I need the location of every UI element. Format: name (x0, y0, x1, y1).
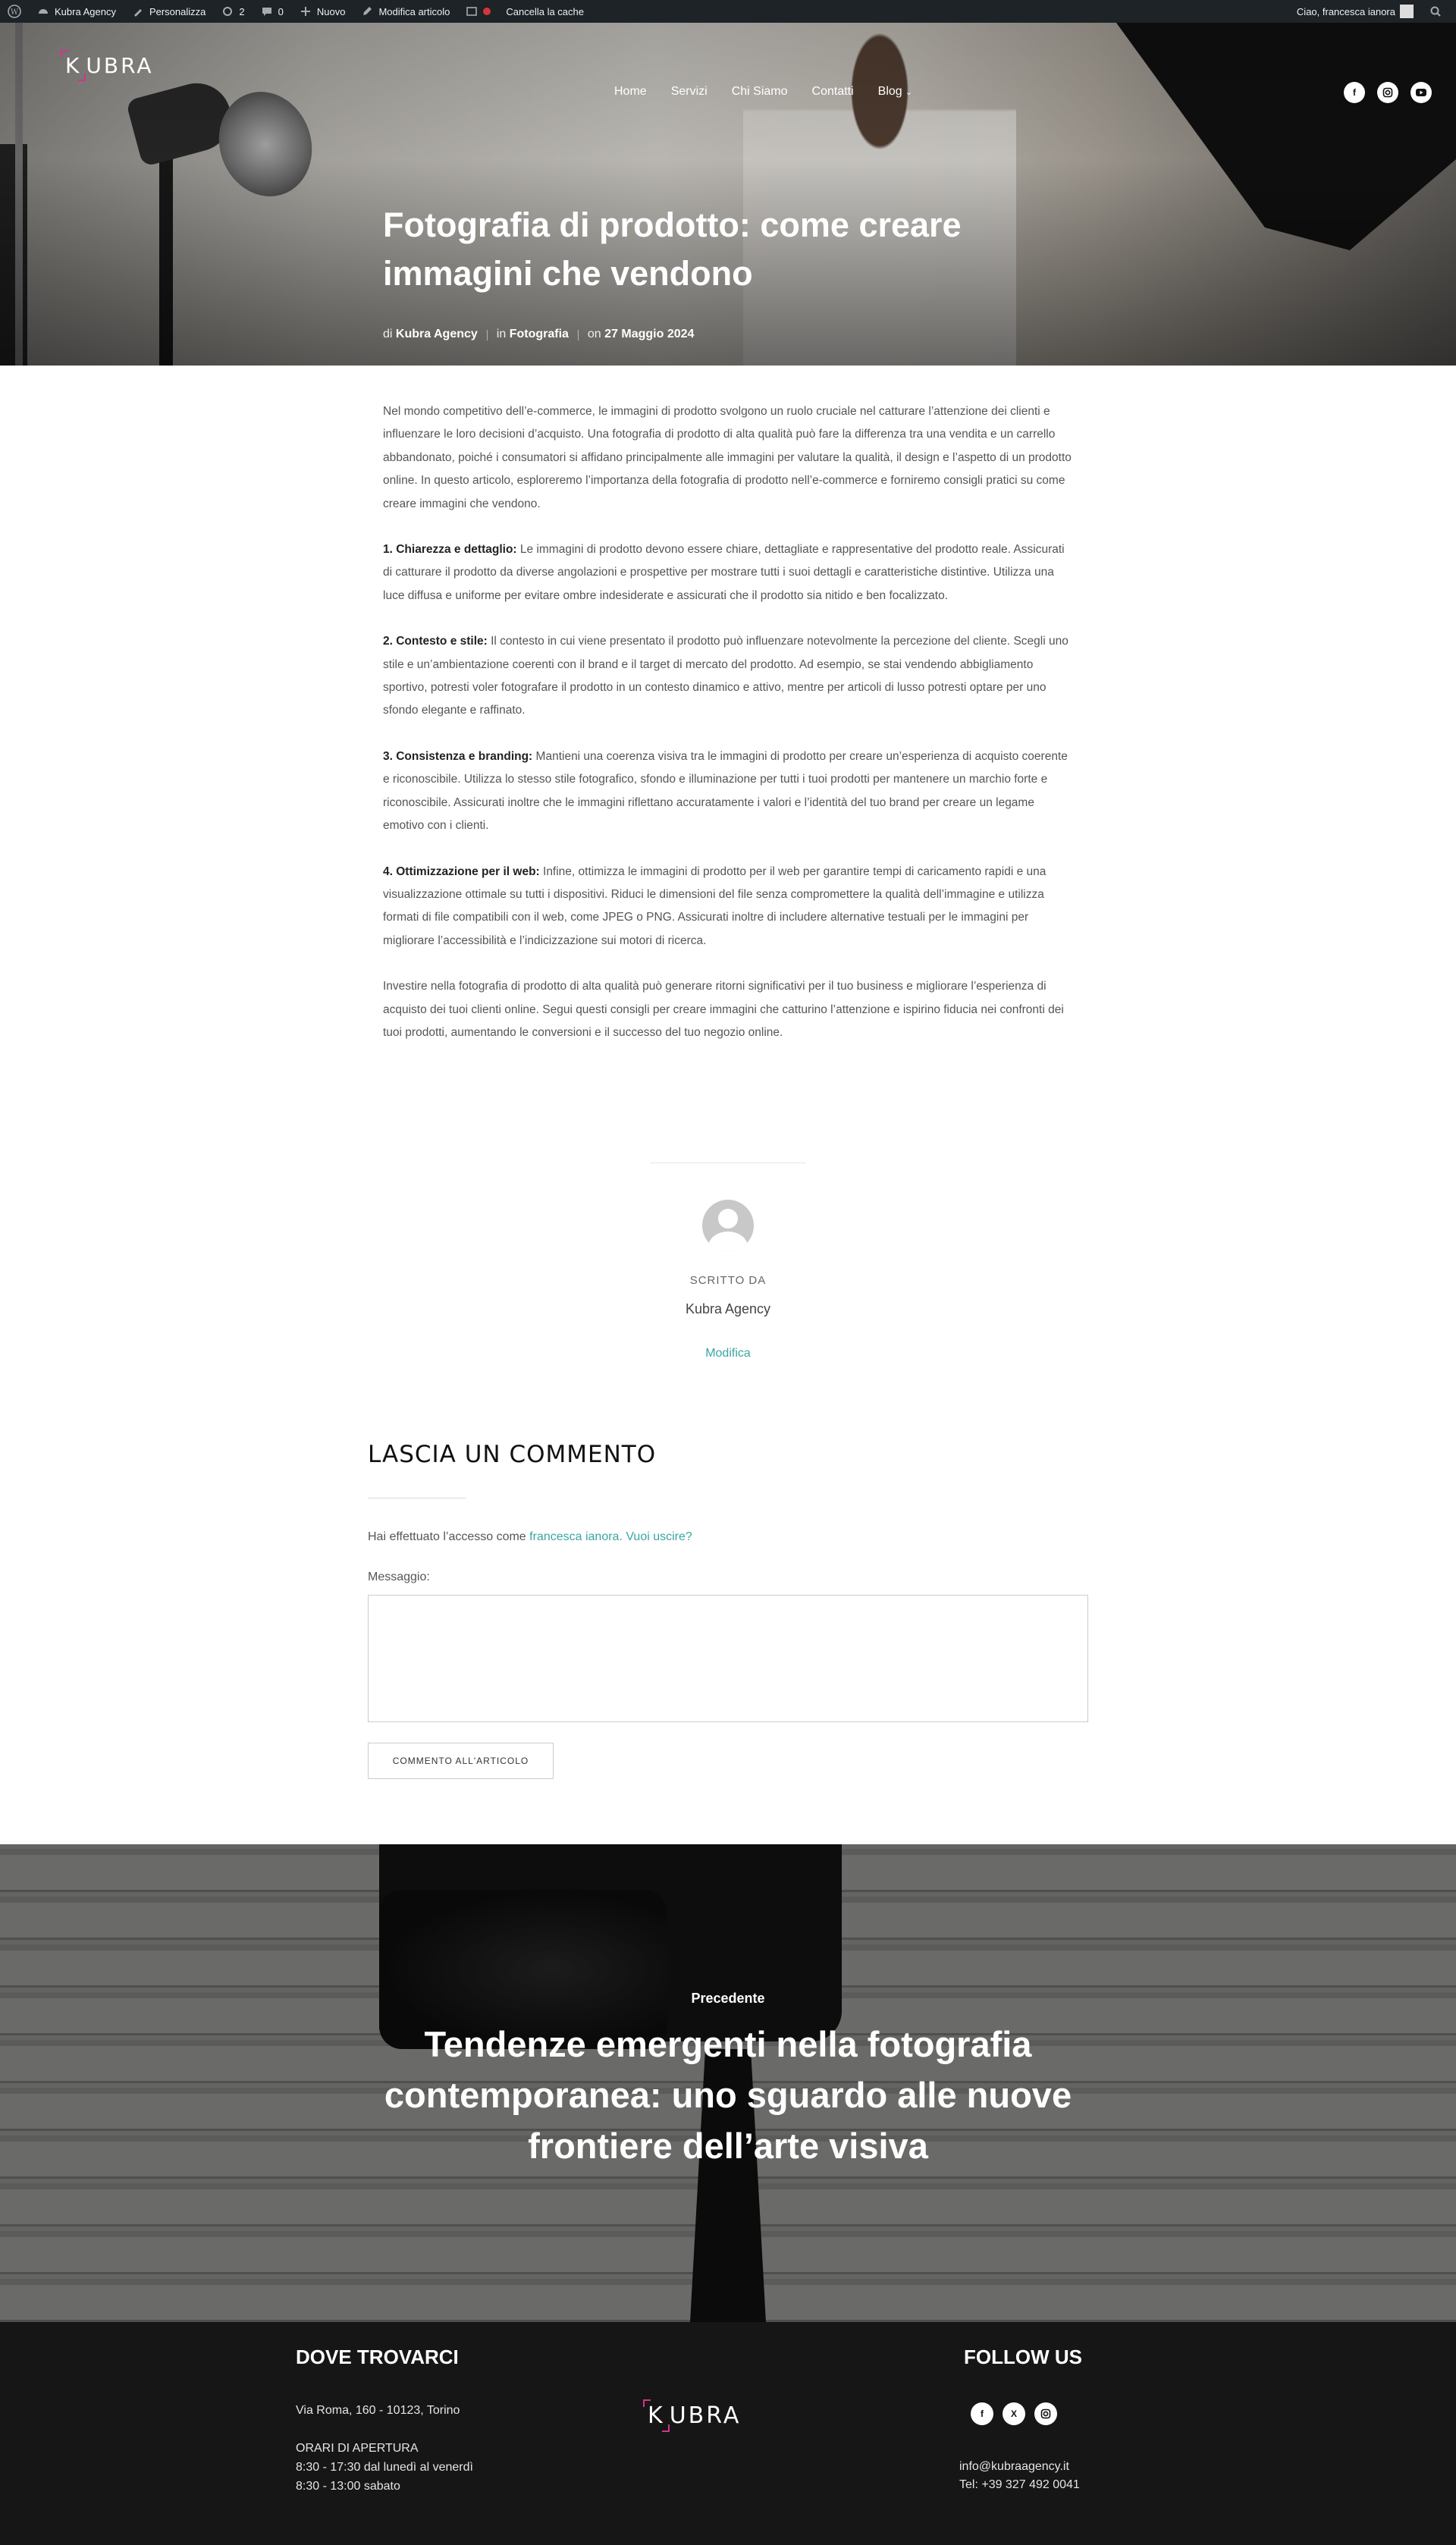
admin-site-name: Kubra Agency (55, 5, 116, 17)
post-section-2: 2. Contesto e stile: Il contesto in cui … (383, 630, 1073, 723)
post-title: Fotografia di prodotto: come creare imma… (383, 206, 962, 293)
nav-item-blog[interactable]: Blog ⌄ (878, 85, 912, 99)
post-section-4: 4. Ottimizzazione per il web: Infine, ot… (383, 861, 1073, 953)
updates-count: 2 (239, 5, 245, 17)
admin-bar: W Kubra Agency Personalizza 2 0 Nuovo Mo… (0, 0, 1456, 23)
brush-icon (131, 5, 145, 18)
post-section-1: 1. Chiarezza e dettaglio: Le immagini di… (383, 538, 1073, 607)
footer-where-title: DOVE TROVARCI (296, 2346, 459, 2368)
clear-cache-label: Cancella la cache (506, 5, 584, 17)
instagram-icon[interactable] (1034, 2402, 1057, 2425)
post-content: Nel mondo competitivo dell’e-commerce, l… (383, 400, 1073, 1067)
hero-banner: K UBRA Home Servizi Chi Siamo Contatti Bl… (0, 23, 1456, 366)
admin-avatar (1400, 5, 1414, 18)
plugin-icon (465, 5, 479, 18)
meta-on: on (587, 328, 601, 340)
svg-text:W: W (11, 8, 19, 17)
footer-logo[interactable]: K UBRA (643, 2399, 741, 2432)
comment-textarea[interactable] (368, 1595, 1088, 1722)
meta-author-link[interactable]: Kubra Agency (396, 328, 478, 341)
logout-link[interactable]: Vuoi uscire? (626, 1530, 692, 1543)
footer-social: f X (971, 2402, 1057, 2425)
post-conclusion: Investire nella fotografia di prodotto d… (383, 980, 1064, 1039)
my-account-button[interactable]: Ciao, francesca ianora (1289, 0, 1421, 23)
site-logo[interactable]: K UBRA (61, 50, 154, 81)
section-heading: 2. Contesto e stile: (383, 635, 488, 648)
post-section-3: 3. Consistenza e branding: Mantieni una … (383, 745, 1073, 838)
main-navigation: Home Servizi Chi Siamo Contatti Blog ⌄ (614, 85, 912, 99)
clear-cache-button[interactable]: Cancella la cache (498, 0, 592, 23)
footer-email-link[interactable]: info@kubraagency.it (959, 2457, 1069, 2476)
nav-item-blog-label: Blog (877, 85, 902, 98)
author-box-name: Kubra Agency (685, 1301, 771, 1316)
submit-comment-button[interactable]: COMMENTO ALL'ARTICOLO (368, 1743, 554, 1779)
footer-hours-title: ORARI DI APERTURA (296, 2442, 419, 2455)
message-label: Messaggio: (368, 1571, 430, 1583)
search-icon (1429, 5, 1442, 18)
wordpress-logo-button[interactable]: W (0, 0, 29, 23)
cache-plugin-button[interactable] (457, 0, 498, 23)
meta-date: 27 Maggio 2024 (604, 328, 695, 340)
author-avatar (702, 1200, 754, 1251)
section-heading: 4. Ottimizzazione per il web: (383, 865, 540, 878)
updates-icon (221, 5, 234, 18)
meta-by: di (383, 328, 393, 340)
facebook-icon[interactable]: f (971, 2402, 993, 2425)
nav-item-chi-siamo[interactable]: Chi Siamo (732, 85, 788, 99)
new-content-label: Nuovo (316, 5, 346, 17)
meta-category-link[interactable]: Fotografia (510, 328, 569, 341)
meta-in: in (496, 328, 507, 340)
post-meta: di Kubra Agency in Fotografia on 27 Magg… (383, 328, 694, 341)
customize-button[interactable]: Personalizza (124, 0, 213, 23)
logged-in-notice: Hai effettuato l’accesso come francesca … (368, 1530, 692, 1543)
footer-phone: Tel: +39 327 492 0041 (959, 2478, 1080, 2491)
comment-section-title: LASCIA UN COMMENTO (368, 1441, 657, 1468)
facebook-icon[interactable]: f (1344, 82, 1365, 103)
comments-button[interactable]: 0 (253, 0, 291, 23)
logged-in-prefix: Hai effettuato l’accesso come (368, 1530, 530, 1543)
comment-bubble-icon (260, 5, 274, 18)
greeting: Ciao, francesca ianora (1296, 5, 1395, 17)
edit-link[interactable]: Modifica (0, 1347, 1456, 1360)
admin-search-button[interactable] (1421, 0, 1450, 23)
header-social: f (1344, 82, 1432, 103)
customize-label: Personalizza (149, 5, 206, 17)
plus-icon (299, 5, 312, 18)
x-icon[interactable]: X (1003, 2402, 1025, 2425)
comments-count: 0 (278, 5, 284, 17)
instagram-icon[interactable] (1377, 82, 1398, 103)
footer-address: Via Roma, 160 - 10123, Torino (296, 2404, 460, 2417)
previous-post-label: Precedente (691, 1991, 765, 2006)
wordpress-icon: W (8, 5, 21, 18)
nav-item-home[interactable]: Home (614, 85, 647, 99)
nav-item-servizi[interactable]: Servizi (671, 85, 708, 99)
logged-in-user-link[interactable]: francesca ianora (529, 1530, 619, 1543)
edit-post-label: Modifica articolo (378, 5, 450, 17)
chevron-down-icon: ⌄ (905, 88, 912, 97)
footer-hours-week: 8:30 - 17:30 dal lunedì al venerdì (296, 2461, 473, 2474)
footer-logo-text: UBRA (669, 2402, 742, 2429)
footer-hours-sat: 8:30 - 13:00 sabato (296, 2480, 400, 2493)
section-heading: 3. Consistenza e branding: (383, 749, 533, 763)
cache-status-dot-icon (483, 8, 491, 15)
nav-item-contatti[interactable]: Contatti (812, 85, 854, 99)
post-intro: Nel mondo competitivo dell’e-commerce, l… (383, 405, 1072, 510)
previous-post-title[interactable]: Tendenze emergenti nella fotografia cont… (311, 2019, 1145, 2171)
dashboard-icon (36, 5, 50, 18)
pencil-icon (360, 5, 374, 18)
author-box-label: SCRITTO DA (689, 1274, 767, 1287)
footer-follow-title: FOLLOW US (964, 2346, 1082, 2368)
footer-logo-initial: K (643, 2399, 670, 2432)
admin-site-name-button[interactable]: Kubra Agency (29, 0, 124, 23)
edit-post-button[interactable]: Modifica articolo (353, 0, 457, 23)
section-heading: 1. Chiarezza e dettaglio: (383, 543, 517, 557)
youtube-icon[interactable] (1410, 82, 1432, 103)
updates-button[interactable]: 2 (213, 0, 252, 23)
logo-text: UBRA (86, 53, 154, 78)
site-footer (0, 2322, 1456, 2545)
new-content-button[interactable]: Nuovo (291, 0, 353, 23)
logo-initial: K (61, 50, 86, 81)
